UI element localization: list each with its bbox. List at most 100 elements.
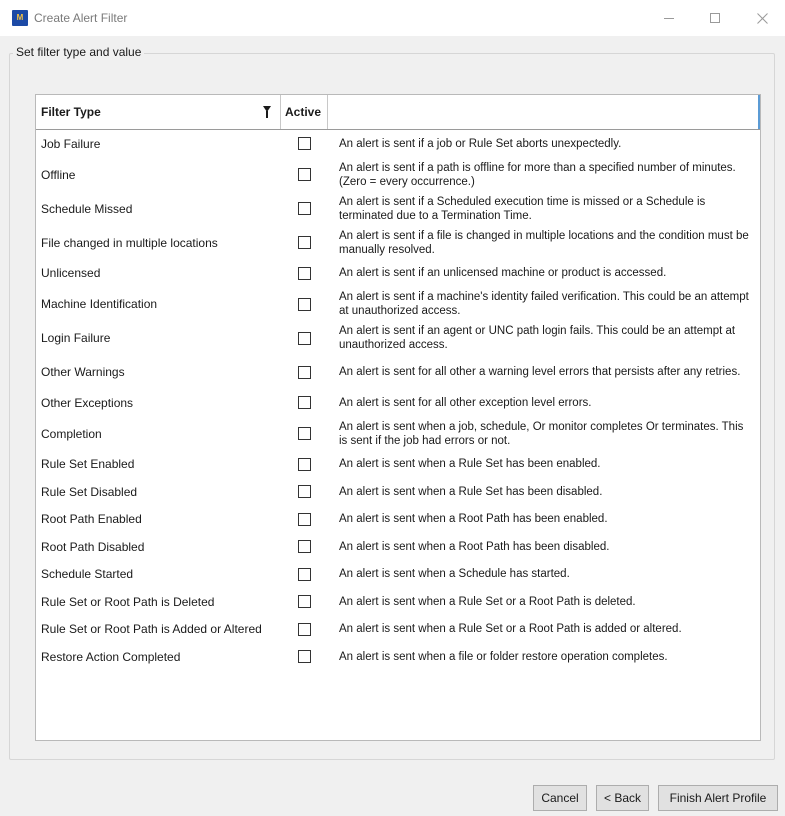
table-row: File changed in multiple locations An ale… xyxy=(36,226,760,260)
active-checkbox[interactable] xyxy=(298,331,311,345)
column-header-filter-type[interactable]: Filter Type xyxy=(36,95,281,129)
filter-type-cell: Rule Set Disabled xyxy=(41,484,138,499)
description-cell: An alert is sent when a Schedule has sta… xyxy=(339,568,570,581)
description-cell: An alert is sent when a job, schedule, O… xyxy=(339,420,744,447)
finish-alert-profile-button[interactable]: Finish Alert Profile xyxy=(658,785,778,811)
table-row: Job Failure An alert is sent if a job or … xyxy=(36,130,760,158)
active-cell xyxy=(281,512,328,526)
filter-type-cell: Schedule Started xyxy=(41,567,134,582)
table-row: Completion An alert is sent when a job, s… xyxy=(36,417,760,451)
filter-type-cell: Offline xyxy=(41,167,76,182)
table-row: Machine Identification An alert is sent i… xyxy=(36,287,760,321)
active-checkbox[interactable] xyxy=(298,540,311,554)
maximize-button[interactable] xyxy=(692,0,738,36)
table-row: Rule Set or Root Path is Deleted An alert… xyxy=(36,588,760,616)
filter-type-cell: Completion xyxy=(41,426,102,441)
description-cell: An alert is sent when a Rule Set has bee… xyxy=(339,458,601,471)
table-row: Schedule Started An alert is sent when a … xyxy=(36,561,760,589)
table-row: Offline An alert is sent if a path is off… xyxy=(36,158,760,192)
active-checkbox[interactable] xyxy=(298,266,311,280)
column-header-label: Active xyxy=(285,105,322,119)
groupbox-label: Set filter type and value xyxy=(13,45,145,59)
cancel-button[interactable]: Cancel xyxy=(533,785,587,811)
minimize-button[interactable] xyxy=(646,0,692,36)
close-icon xyxy=(756,12,768,24)
active-cell xyxy=(281,485,328,499)
description-cell: An alert is sent when a Root Path has be… xyxy=(339,540,610,553)
filter-type-cell: Other Warnings xyxy=(41,365,125,379)
table-row: Rule Set or Root Path is Added or Altere… xyxy=(36,616,760,644)
description-cell: An alert is sent if a file is changed in… xyxy=(339,229,749,256)
table-body: Job Failure An alert is sent if a job or … xyxy=(36,130,760,671)
description-cell: An alert is sent when a Rule Set or a Ro… xyxy=(339,595,636,608)
active-cell xyxy=(281,427,328,440)
active-checkbox[interactable] xyxy=(298,168,311,181)
active-checkbox[interactable] xyxy=(298,567,311,581)
window-title: Create Alert Filter xyxy=(34,11,128,25)
active-checkbox[interactable] xyxy=(298,396,311,410)
maximize-icon xyxy=(710,13,720,23)
active-checkbox[interactable] xyxy=(298,512,311,526)
filter-type-cell: Unlicensed xyxy=(41,266,101,281)
table-row: Schedule Missed An alert is sent if a Sch… xyxy=(36,192,760,226)
active-checkbox[interactable] xyxy=(298,137,311,151)
table-row: Restore Action Completed An alert is sent… xyxy=(36,643,760,671)
filter-type-cell: Rule Set Enabled xyxy=(41,457,135,472)
filter-type-cell: Root Path Disabled xyxy=(41,539,145,554)
table-row: Login Failure An alert is sent if an agen… xyxy=(36,321,760,355)
active-cell xyxy=(281,595,328,609)
column-header-label: Filter Type xyxy=(41,105,101,119)
back-button[interactable]: < Back xyxy=(596,785,649,811)
minimize-icon xyxy=(664,17,674,19)
active-cell xyxy=(281,365,328,379)
active-checkbox[interactable] xyxy=(298,485,311,499)
filter-type-cell: Job Failure xyxy=(41,136,101,151)
column-header-active[interactable]: Active xyxy=(281,95,328,129)
active-cell xyxy=(281,297,328,311)
active-cell xyxy=(281,137,328,151)
active-checkbox[interactable] xyxy=(298,622,311,636)
description-cell: An alert is sent for all other a warning… xyxy=(339,366,741,378)
column-header-description[interactable] xyxy=(328,95,760,129)
active-cell xyxy=(281,540,328,554)
filter-type-cell: Other Exceptions xyxy=(41,395,134,410)
filter-type-cell: Root Path Enabled xyxy=(41,512,142,527)
description-cell: An alert is sent if an agent or UNC path… xyxy=(339,325,736,351)
active-checkbox[interactable] xyxy=(298,650,311,664)
active-checkbox[interactable] xyxy=(298,202,311,215)
description-cell: An alert is sent if a Scheduled executio… xyxy=(339,195,706,222)
active-checkbox[interactable] xyxy=(298,427,311,440)
active-cell xyxy=(281,331,328,345)
description-cell: An alert is sent if a machine's identity… xyxy=(339,291,749,317)
active-checkbox[interactable] xyxy=(298,595,311,609)
description-cell: An alert is sent when a Rule Set or a Ro… xyxy=(339,623,682,636)
active-cell xyxy=(281,567,328,581)
filter-type-cell: Login Failure xyxy=(41,331,111,345)
description-cell: An alert is sent if a job or Rule Set ab… xyxy=(339,137,622,150)
table-row: Unlicensed An alert is sent if an unlicen… xyxy=(36,260,760,288)
active-cell xyxy=(281,266,328,280)
table-row: Rule Set Disabled An alert is sent when a… xyxy=(36,478,760,506)
active-cell xyxy=(281,396,328,410)
active-checkbox[interactable] xyxy=(298,457,311,471)
filter-type-cell: Machine Identification xyxy=(41,297,158,311)
table-row: Rule Set Enabled An alert is sent when a … xyxy=(36,451,760,479)
table-header: Filter Type Active xyxy=(36,95,760,130)
filter-type-cell: Restore Action Completed xyxy=(41,649,181,664)
active-cell xyxy=(281,650,328,664)
active-checkbox[interactable] xyxy=(298,365,311,379)
active-cell xyxy=(281,168,328,181)
description-cell: An alert is sent if an unlicensed machin… xyxy=(339,267,667,280)
app-logo-icon: M xyxy=(12,10,28,26)
table-row: Root Path Enabled An alert is sent when a… xyxy=(36,506,760,534)
description-cell: An alert is sent if a path is offline fo… xyxy=(339,161,736,188)
active-cell xyxy=(281,622,328,636)
active-checkbox[interactable] xyxy=(298,297,311,311)
active-cell xyxy=(281,236,328,249)
filter-funnel-icon[interactable] xyxy=(263,106,271,118)
close-button[interactable] xyxy=(739,0,785,36)
description-cell: An alert is sent when a Root Path has be… xyxy=(339,513,608,526)
active-checkbox[interactable] xyxy=(298,236,311,249)
table-row: Other Warnings An alert is sent for all o… xyxy=(36,355,760,389)
active-cell xyxy=(281,202,328,215)
